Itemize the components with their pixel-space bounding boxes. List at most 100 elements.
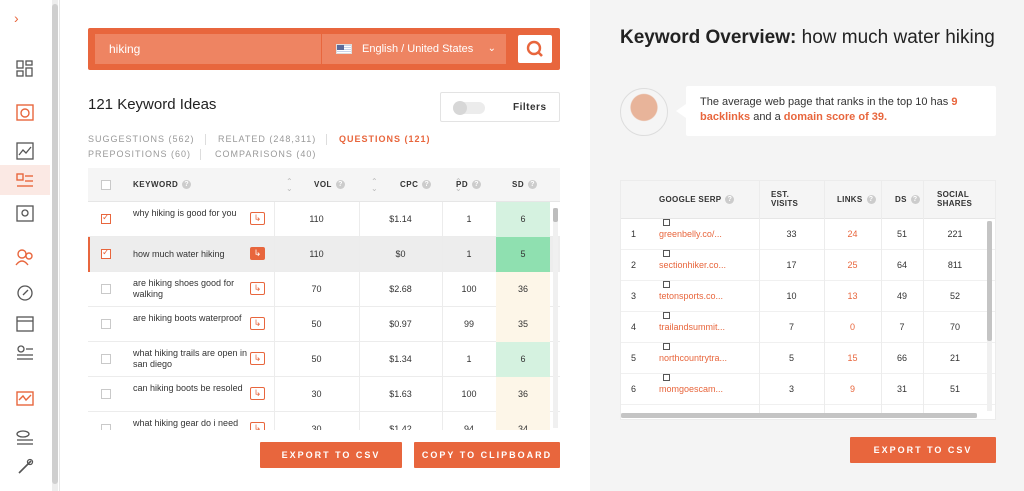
links-value[interactable]: 25 — [824, 250, 881, 281]
filters-toggle[interactable] — [453, 101, 485, 115]
locale-select[interactable]: English / United States ⌄ — [322, 34, 506, 64]
serp-scrollbar[interactable] — [987, 221, 992, 411]
links-value[interactable]: 24 — [824, 219, 881, 250]
keyword-overview-icon[interactable]: ↳ — [250, 247, 265, 260]
external-link-icon[interactable] — [663, 219, 670, 226]
keyword-overview-icon[interactable]: ↳ — [250, 352, 265, 365]
traffic-analyzer-icon[interactable] — [14, 140, 36, 162]
search-bar: hiking English / United States ⌄ — [88, 28, 560, 70]
vol-value: 50 — [311, 354, 322, 364]
table-row[interactable]: why hiking is good for you↳ 110 $1.14 1 6 — [88, 202, 560, 237]
select-all-checkbox[interactable] — [101, 180, 111, 190]
shares-value: 52 — [949, 291, 960, 301]
keyword-overview-icon[interactable]: ↳ — [250, 422, 265, 430]
visibility-icon[interactable] — [14, 426, 36, 448]
column-keyword[interactable]: KEYWORD? — [133, 180, 192, 190]
column-cpc[interactable]: CPC? — [400, 180, 432, 190]
serp-row: 5 northcountrytra... 5 15 66 21 — [621, 343, 995, 374]
row-checkbox[interactable] — [101, 212, 111, 224]
serp-row: 2 sectionhiker.co... 17 25 64 811 — [621, 250, 995, 281]
sidebar-scrollbar[interactable] — [52, 0, 58, 491]
table-row[interactable]: what hiking trails are open in san diego… — [88, 342, 560, 377]
keyword-research-icon[interactable] — [14, 203, 36, 225]
column-links[interactable]: LINKS? — [837, 195, 876, 205]
row-checkbox[interactable] — [101, 389, 111, 399]
tab-related[interactable]: RELATED (248,311) — [218, 134, 316, 144]
keyword-overview-icon[interactable]: ↳ — [250, 317, 265, 330]
table-row[interactable]: what hiking gear do i need ↳ 30 $1.42 94 34 — [88, 412, 560, 430]
sort-icon[interactable]: ⌃ ⌄ — [286, 178, 293, 193]
table-row[interactable]: are hiking shoes good for walking ↳ 70 $2.6… — [88, 272, 560, 307]
table-scrollbar[interactable] — [553, 208, 558, 428]
row-checkbox[interactable] — [101, 354, 111, 364]
links-value[interactable]: 0 — [824, 312, 881, 343]
backlinks-icon[interactable] — [14, 282, 36, 304]
column-ds[interactable]: DS? — [895, 195, 920, 205]
table-row[interactable]: are hiking boots waterproof ↳ 50 $0.97 99 35 — [88, 307, 560, 342]
external-link-icon[interactable] — [663, 281, 670, 288]
filters-button[interactable]: Filters — [440, 92, 560, 122]
rank-tracking-icon[interactable] — [14, 342, 36, 364]
keyword-text[interactable]: are hiking boots waterproof — [133, 313, 251, 324]
tab-questions[interactable]: QUESTIONS (121) — [339, 134, 431, 144]
reports-icon[interactable] — [14, 388, 36, 410]
links-value[interactable]: 13 — [824, 281, 881, 312]
site-audit-icon[interactable] — [14, 102, 36, 124]
visits-value: 7 — [788, 322, 794, 332]
keyword-overview-icon[interactable]: ↳ — [250, 212, 265, 225]
column-vol[interactable]: VOL? — [314, 180, 345, 190]
serp-horizontal-scrollbar[interactable] — [621, 413, 977, 418]
copy-clipboard-button[interactable]: COPY TO CLIPBOARD — [414, 442, 560, 468]
keyword-text[interactable]: can hiking boots be resoled — [133, 383, 251, 394]
keyword-ideas-icon[interactable] — [14, 170, 36, 192]
column-social-shares[interactable]: SOCIAL SHARES — [937, 190, 972, 208]
tab-prepositions[interactable]: PREPOSITIONS (60) — [88, 149, 191, 159]
search-input[interactable]: hiking — [95, 34, 321, 64]
tools-icon[interactable] — [14, 456, 36, 478]
export-csv-button[interactable]: EXPORT TO CSV — [260, 442, 402, 468]
domain-score-highlight: domain score of 39 — [783, 111, 885, 123]
keyword-text[interactable]: how much water hiking — [133, 249, 251, 260]
tab-comparisons[interactable]: COMPARISONS (40) — [215, 149, 316, 159]
links-value[interactable]: 15 — [824, 343, 881, 374]
column-pd[interactable]: PD? — [456, 180, 482, 190]
keyword-text[interactable]: are hiking shoes good for walking — [133, 278, 251, 300]
competitors-icon[interactable] — [14, 246, 36, 268]
shares-value: 70 — [949, 322, 960, 332]
table-row[interactable]: can hiking boots be resoled ↳ 30 $1.63 100 36 — [88, 377, 560, 412]
expand-chevron-icon[interactable]: › — [14, 10, 36, 32]
table-row[interactable]: how much water hiking↳ 110 $0 1 5 — [88, 237, 560, 272]
row-checkbox[interactable] — [101, 424, 111, 430]
keyword-text[interactable]: what hiking trails are open in san diego — [133, 348, 251, 370]
pd-value: 100 — [461, 389, 477, 399]
row-checkbox[interactable] — [101, 319, 111, 329]
external-link-icon[interactable] — [663, 312, 670, 319]
serp-export-csv-button[interactable]: EXPORT TO CSV — [850, 437, 996, 463]
keyword-text[interactable]: what hiking gear do i need — [133, 418, 251, 429]
ds-value: 31 — [896, 384, 907, 394]
column-sd[interactable]: SD? — [512, 180, 538, 190]
column-google-serp[interactable]: GOOGLE SERP? — [659, 195, 735, 205]
links-value[interactable]: 9 — [824, 374, 881, 405]
content-ideas-icon[interactable] — [14, 313, 36, 335]
search-button[interactable] — [518, 35, 552, 63]
external-link-icon[interactable] — [663, 343, 670, 350]
overview-callout: The average web page that ranks in the t… — [676, 86, 996, 136]
row-checkbox[interactable] — [101, 247, 111, 259]
help-icon: ? — [182, 180, 192, 190]
external-link-icon[interactable] — [663, 250, 670, 257]
row-checkbox[interactable] — [101, 284, 111, 294]
external-link-icon[interactable] — [663, 374, 670, 381]
pd-value: 99 — [463, 319, 474, 329]
keyword-text[interactable]: why hiking is good for you — [133, 208, 251, 219]
dashboard-icon[interactable] — [14, 58, 36, 80]
keyword-overview-icon[interactable]: ↳ — [250, 282, 265, 295]
cpc-value: $2.68 — [389, 284, 412, 294]
shares-value: 21 — [949, 353, 960, 363]
sort-icon[interactable]: ⌃ ⌄ — [371, 178, 378, 193]
cpc-value: $0.97 — [389, 319, 412, 329]
sd-value: 36 — [496, 272, 550, 307]
tab-suggestions[interactable]: SUGGESTIONS (562) — [88, 134, 195, 144]
keyword-overview-icon[interactable]: ↳ — [250, 387, 265, 400]
column-est-visits[interactable]: EST. VISITS — [771, 190, 798, 208]
